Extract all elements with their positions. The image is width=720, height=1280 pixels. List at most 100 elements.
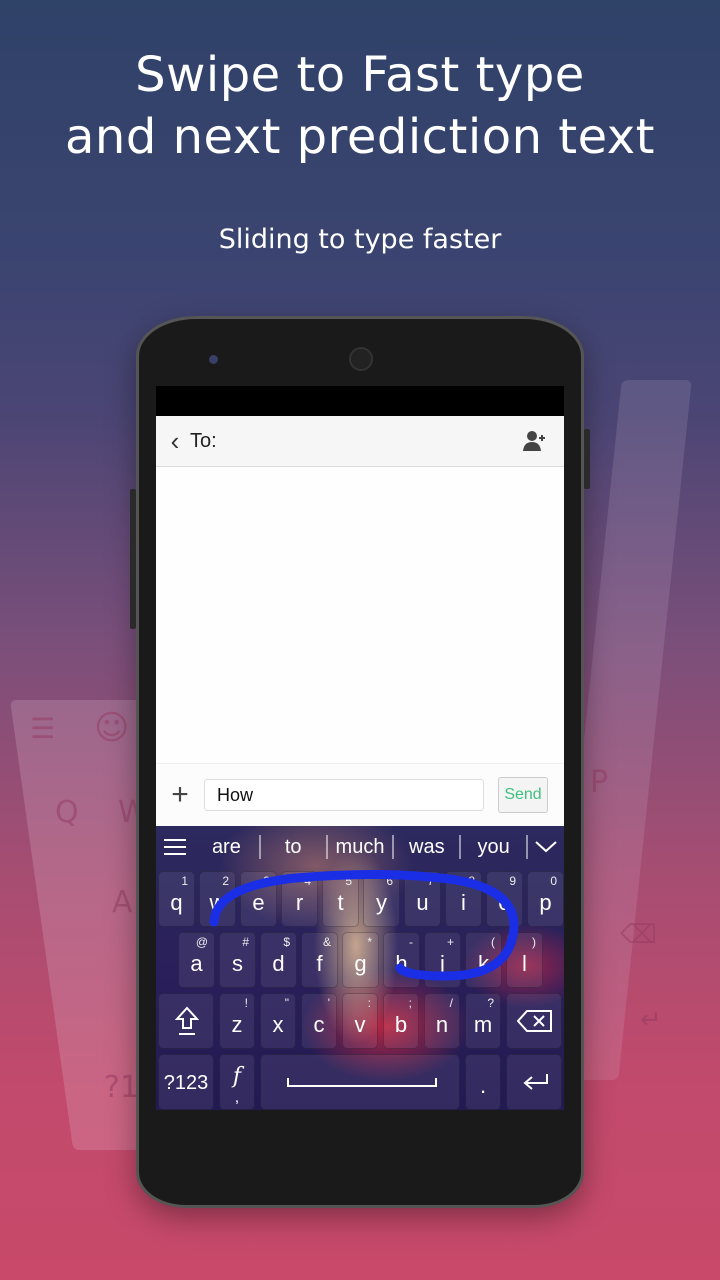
shift-key[interactable]	[158, 993, 214, 1049]
key-w[interactable]: 2w	[199, 871, 236, 927]
conversation-area	[156, 467, 564, 763]
front-camera-icon	[349, 347, 373, 371]
emoji-key[interactable]: f ,	[219, 1054, 255, 1110]
key-hint: !	[244, 996, 248, 1010]
attach-plus-icon[interactable]: +	[156, 778, 204, 812]
keyboard: are to much was you 1q2w3e4r5t6y7u8i9o0p…	[156, 826, 564, 1110]
key-label: q	[170, 890, 183, 915]
delete-key[interactable]	[506, 993, 562, 1049]
keyboard-menu-icon[interactable]	[156, 838, 194, 856]
suggestion-item[interactable]: are	[194, 835, 261, 859]
volume-button	[130, 489, 136, 629]
phone-screen: ‹ To: + How Send are to much was you 1 q…	[156, 386, 564, 1110]
key-a[interactable]: @ a	[178, 932, 215, 988]
key-b[interactable]: ; b	[383, 993, 419, 1049]
key-v[interactable]: :v	[342, 993, 378, 1049]
key-hint: '	[327, 996, 330, 1010]
enter-arrow-icon	[523, 1074, 548, 1090]
key-y[interactable]: 6y	[363, 871, 400, 927]
space-bar-icon	[287, 1078, 437, 1087]
key-h[interactable]: -h	[383, 932, 420, 988]
key-f[interactable]: & f	[301, 932, 338, 988]
power-button	[584, 429, 590, 489]
key-z[interactable]: ! z	[219, 993, 255, 1049]
key-label: l	[522, 951, 527, 976]
key-row-4: ?123 f , .	[156, 1054, 564, 1110]
key-d[interactable]: $ d	[260, 932, 297, 988]
key-hint: 7	[427, 874, 434, 888]
enter-key[interactable]	[506, 1054, 562, 1110]
phone-frame: ‹ To: + How Send are to much was you 1 q…	[130, 316, 590, 1208]
suggestion-item[interactable]: was	[394, 835, 462, 859]
key-label: b	[394, 1012, 408, 1037]
promo-headline: Swipe to Fast type and next prediction t…	[0, 44, 720, 168]
key-s[interactable]: # s	[219, 932, 256, 988]
key-hint: 2	[222, 874, 229, 888]
key-n[interactable]: / n	[424, 993, 460, 1049]
key-u[interactable]: 7u	[404, 871, 441, 927]
key-hint: 8	[468, 874, 475, 888]
ghost-key-p: P	[590, 765, 609, 800]
key-hint: #	[242, 935, 249, 949]
suggestion-item[interactable]: much	[328, 835, 395, 859]
key-label: p	[539, 890, 552, 915]
collapse-chevron-down-icon[interactable]	[528, 836, 564, 859]
key-label: g	[354, 951, 367, 976]
ghost-backspace-icon: ⌫	[620, 920, 657, 950]
key-e[interactable]: 3e	[240, 871, 277, 927]
suggestion-item[interactable]: you	[461, 835, 528, 859]
key-label: v	[354, 1012, 366, 1037]
add-contact-icon[interactable]	[522, 429, 548, 453]
key-hint: ;	[408, 996, 412, 1010]
key-i[interactable]: 8i	[445, 871, 482, 927]
key-label: i	[461, 890, 466, 915]
send-button[interactable]: Send	[498, 777, 548, 813]
key-c[interactable]: ' c	[301, 993, 337, 1049]
key-label: f	[316, 951, 323, 976]
ghost-enter-icon: ↵	[640, 1005, 662, 1035]
key-t[interactable]: 5t	[322, 871, 359, 927]
key-j[interactable]: + j	[424, 932, 461, 988]
key-k[interactable]: (k	[465, 932, 502, 988]
key-m[interactable]: ? m	[465, 993, 501, 1049]
period-key[interactable]: .	[465, 1054, 501, 1110]
key-hint: 0	[550, 874, 557, 888]
key-hint: 6	[386, 874, 393, 888]
message-input[interactable]: How	[204, 779, 484, 811]
key-l[interactable]: ) l	[506, 932, 543, 988]
key-label: t	[337, 890, 344, 915]
back-icon[interactable]: ‹	[160, 426, 190, 457]
key-hint: /	[449, 996, 453, 1010]
menu-icon: ☰	[30, 712, 56, 745]
key-p[interactable]: 0p	[527, 871, 564, 927]
key-o[interactable]: 9o	[486, 871, 523, 927]
suggestion-item[interactable]: to	[261, 835, 328, 859]
recipient-label: To:	[190, 429, 217, 452]
space-key[interactable]	[260, 1054, 460, 1110]
key-g[interactable]: * g	[342, 932, 379, 988]
key-r[interactable]: 4r	[281, 871, 318, 927]
key-hint: (	[491, 935, 495, 949]
key-label: m	[473, 1012, 493, 1037]
key-label: d	[272, 951, 285, 976]
key-label: n	[435, 1012, 449, 1037]
key-hint: 4	[304, 874, 311, 888]
key-x[interactable]: " x	[260, 993, 296, 1049]
key-hint: -	[409, 935, 413, 949]
compose-bar: + How Send	[156, 763, 564, 826]
key-row-1: 1q2w3e4r5t6y7u8i9o0p	[156, 871, 564, 929]
key-label: u	[416, 890, 429, 915]
symbols-key[interactable]: ?123	[158, 1054, 214, 1110]
key-label: j	[440, 951, 445, 976]
key-q[interactable]: 1q	[158, 871, 195, 927]
ghost-key-a: A	[112, 885, 133, 920]
app-bar: ‹ To:	[156, 416, 564, 467]
key-hint: 3	[263, 874, 270, 888]
key-label: c	[313, 1012, 325, 1037]
key-label: h	[395, 951, 408, 976]
promo-subheadline: Sliding to type faster	[218, 224, 502, 255]
backspace-icon	[517, 1010, 552, 1032]
ghost-key-123: ?1	[104, 1070, 140, 1105]
key-hint: 1	[181, 874, 188, 888]
key-label: x	[272, 1012, 284, 1037]
